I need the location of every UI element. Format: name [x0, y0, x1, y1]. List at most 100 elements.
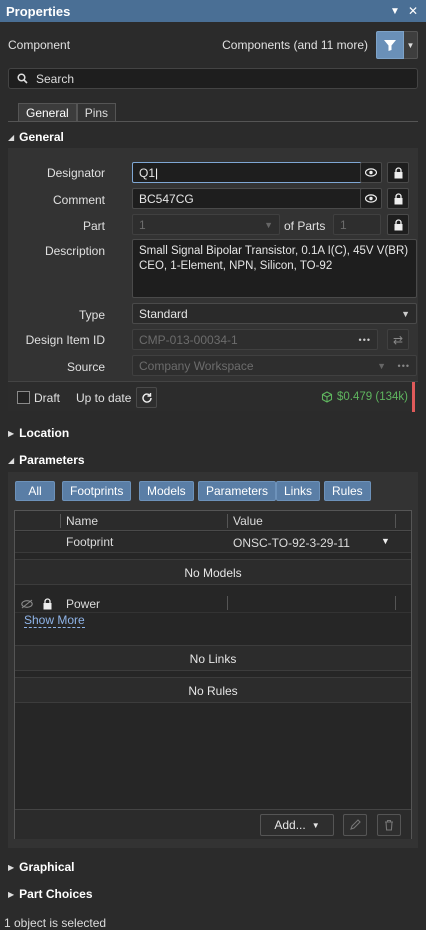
designator-label: Designator [46, 166, 105, 180]
part-lock-button[interactable] [387, 214, 409, 235]
comment-label: Comment [52, 193, 105, 207]
filter-chip-footprints[interactable]: Footprints [62, 481, 132, 501]
footprint-value[interactable]: ONSC-TO-92-3-29-11 [233, 536, 350, 550]
no-models-row: No Models [15, 559, 411, 585]
comment-visibility-button[interactable] [360, 188, 382, 209]
type-select[interactable]: Standard ▼ [132, 303, 417, 324]
trash-icon [385, 819, 393, 831]
source-label: Source [66, 360, 105, 374]
no-rules-label: No Rules [188, 684, 238, 698]
refresh-button[interactable] [136, 387, 157, 408]
description-line-2: CEO, 1-Element, NPN, Silicon, TO-92 [139, 260, 333, 272]
tab-pins[interactable]: Pins [76, 103, 117, 122]
designator-visibility-button[interactable] [360, 162, 382, 183]
pencil-icon [350, 819, 361, 830]
section-part-choices-title: Part Choices [19, 887, 93, 901]
filter-chip-all[interactable]: All [15, 481, 55, 501]
more-icon[interactable]: ••• [359, 335, 371, 345]
section-graphical-header[interactable]: ▶ Graphical [8, 858, 75, 876]
column-name-header[interactable]: Name [66, 514, 98, 528]
draft-label: Draft [34, 391, 61, 405]
panel-menu-icon[interactable]: ▼ [386, 6, 404, 17]
no-links-row: No Links [15, 645, 411, 671]
of-parts-value: 1 [340, 217, 347, 232]
object-kind-label: Component [8, 38, 71, 52]
status-row: Draft Up to date $0.479 (134k) [8, 381, 418, 412]
add-button[interactable]: Add... ▼ [260, 814, 334, 836]
selection-filter-text[interactable]: Components (and 11 more) [222, 38, 368, 52]
section-parameters-header[interactable]: ◢ Parameters [8, 451, 85, 469]
eye-icon [365, 194, 377, 203]
properties-title-bar: Properties ▼ ✕ [0, 0, 426, 22]
type-value: Standard [139, 306, 188, 321]
chevron-down-icon: ▼ [406, 40, 415, 50]
tab-general[interactable]: General [18, 103, 77, 122]
section-graphical-title: Graphical [19, 860, 75, 874]
footprint-name: Footprint [66, 535, 114, 549]
part-select[interactable]: 1 ▼ [132, 214, 280, 235]
component-row: Component Components (and 11 more) ▼ [8, 30, 418, 60]
eye-icon [365, 168, 377, 177]
of-parts-field: 1 [333, 214, 381, 235]
lock-icon [394, 218, 402, 230]
section-parameters-title: Parameters [19, 453, 85, 467]
chevron-down-icon: ▼ [264, 219, 273, 230]
chevron-down-icon: ▼ [377, 360, 386, 371]
expand-caret-icon: ▶ [8, 889, 15, 899]
panel-title: Properties [6, 3, 71, 19]
alert-indicator [412, 382, 415, 412]
designator-lock-button[interactable] [387, 162, 409, 183]
design-item-id-field: CMP-013-00034-1 ••• [132, 329, 378, 350]
search-input[interactable]: Search [8, 68, 418, 89]
swap-button[interactable]: ⇄ [387, 329, 409, 350]
column-value-header[interactable]: Value [233, 514, 263, 528]
close-icon[interactable]: ✕ [404, 4, 422, 18]
lock-icon [394, 192, 402, 204]
part-label: Part [82, 219, 105, 233]
source-value: Company Workspace [139, 358, 254, 373]
comment-lock-button[interactable] [387, 188, 409, 209]
design-item-id-value: CMP-013-00034-1 [139, 332, 238, 347]
expand-caret-icon: ▶ [8, 428, 15, 438]
hidden-eye-icon[interactable] [21, 599, 33, 609]
filter-chip-models[interactable]: Models [139, 481, 194, 501]
grid-header: Name Value [15, 511, 411, 531]
up-to-date-label: Up to date [76, 391, 132, 405]
section-location-header[interactable]: ▶ Location [8, 424, 69, 442]
lock-icon [394, 166, 402, 178]
part-value: 1 [139, 217, 146, 232]
filter-dropdown-button[interactable]: ▼ [404, 31, 418, 59]
chevron-down-icon: ▼ [311, 820, 320, 830]
filter-chip-links[interactable]: Links [276, 481, 321, 501]
price-label[interactable]: $0.479 (134k) [337, 391, 408, 403]
section-part-choices-header[interactable]: ▶ Part Choices [8, 885, 93, 903]
delete-button[interactable] [377, 814, 401, 836]
more-icon[interactable]: ••• [398, 361, 410, 371]
draft-checkbox[interactable] [17, 391, 30, 404]
filter-chip-rules[interactable]: Rules [324, 481, 371, 501]
designator-field[interactable]: Q1 | [132, 162, 362, 183]
filter-chip-parameters[interactable]: Parameters [198, 481, 277, 501]
collapse-caret-icon: ◢ [8, 455, 15, 465]
add-button-label: Add... [274, 818, 306, 832]
lock-icon[interactable] [43, 598, 52, 610]
table-row[interactable]: Footprint ONSC-TO-92-3-29-11 ▼ [15, 532, 411, 553]
description-field[interactable]: Small Signal Bipolar Transistor, 0.1A I(… [132, 239, 417, 298]
table-row[interactable]: Power [15, 594, 411, 613]
general-panel: Designator Q1 | Comment BC547CG Part 1 ▼ … [8, 148, 418, 411]
chevron-down-icon[interactable]: ▼ [381, 536, 390, 546]
search-placeholder: Search [36, 71, 75, 86]
design-item-id-label: Design Item ID [25, 333, 105, 347]
tab-divider [8, 121, 418, 122]
section-general-header[interactable]: ◢ General [8, 128, 64, 146]
of-parts-label: of Parts [284, 219, 326, 233]
expand-caret-icon: ▶ [8, 862, 15, 872]
show-more-link[interactable]: Show More [24, 614, 85, 628]
designator-value: Q1 [139, 165, 156, 180]
filter-button[interactable] [376, 31, 404, 59]
comment-field[interactable]: BC547CG [132, 188, 362, 209]
section-general-title: General [19, 130, 64, 144]
edit-button[interactable] [343, 814, 367, 836]
source-select: Company Workspace ▼ ••• [132, 355, 417, 376]
section-location-title: Location [19, 426, 70, 440]
